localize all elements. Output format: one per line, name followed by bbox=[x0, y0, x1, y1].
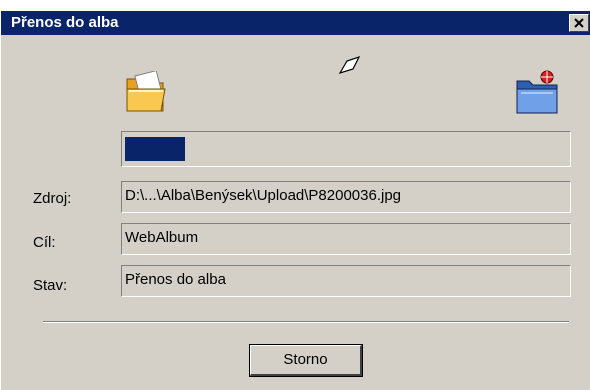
cancel-button[interactable]: Storno bbox=[249, 344, 363, 377]
source-label: Zdroj: bbox=[33, 190, 72, 207]
status-field: Přenos do alba bbox=[121, 265, 571, 297]
web-album-icon bbox=[516, 70, 558, 114]
title-bar[interactable]: Přenos do alba bbox=[1, 11, 590, 35]
folder-icon bbox=[126, 71, 166, 112]
desktop-strip bbox=[1, 1, 590, 11]
close-icon bbox=[574, 18, 584, 28]
progress-bar bbox=[121, 131, 571, 167]
close-button[interactable] bbox=[569, 14, 589, 32]
window-title: Přenos do alba bbox=[11, 14, 119, 31]
target-field: WebAlbum bbox=[121, 223, 571, 255]
separator bbox=[43, 321, 569, 323]
transfer-dialog: Přenos do alba Zdroj: D:\...\Alba\Benýse… bbox=[0, 0, 590, 390]
source-field: D:\...\Alba\Benýsek\Upload\P8200036.jpg bbox=[121, 181, 571, 213]
target-label: Cíl: bbox=[33, 234, 56, 251]
document-icon bbox=[338, 55, 361, 75]
status-label: Stav: bbox=[33, 277, 68, 294]
progress-fill bbox=[125, 137, 185, 161]
